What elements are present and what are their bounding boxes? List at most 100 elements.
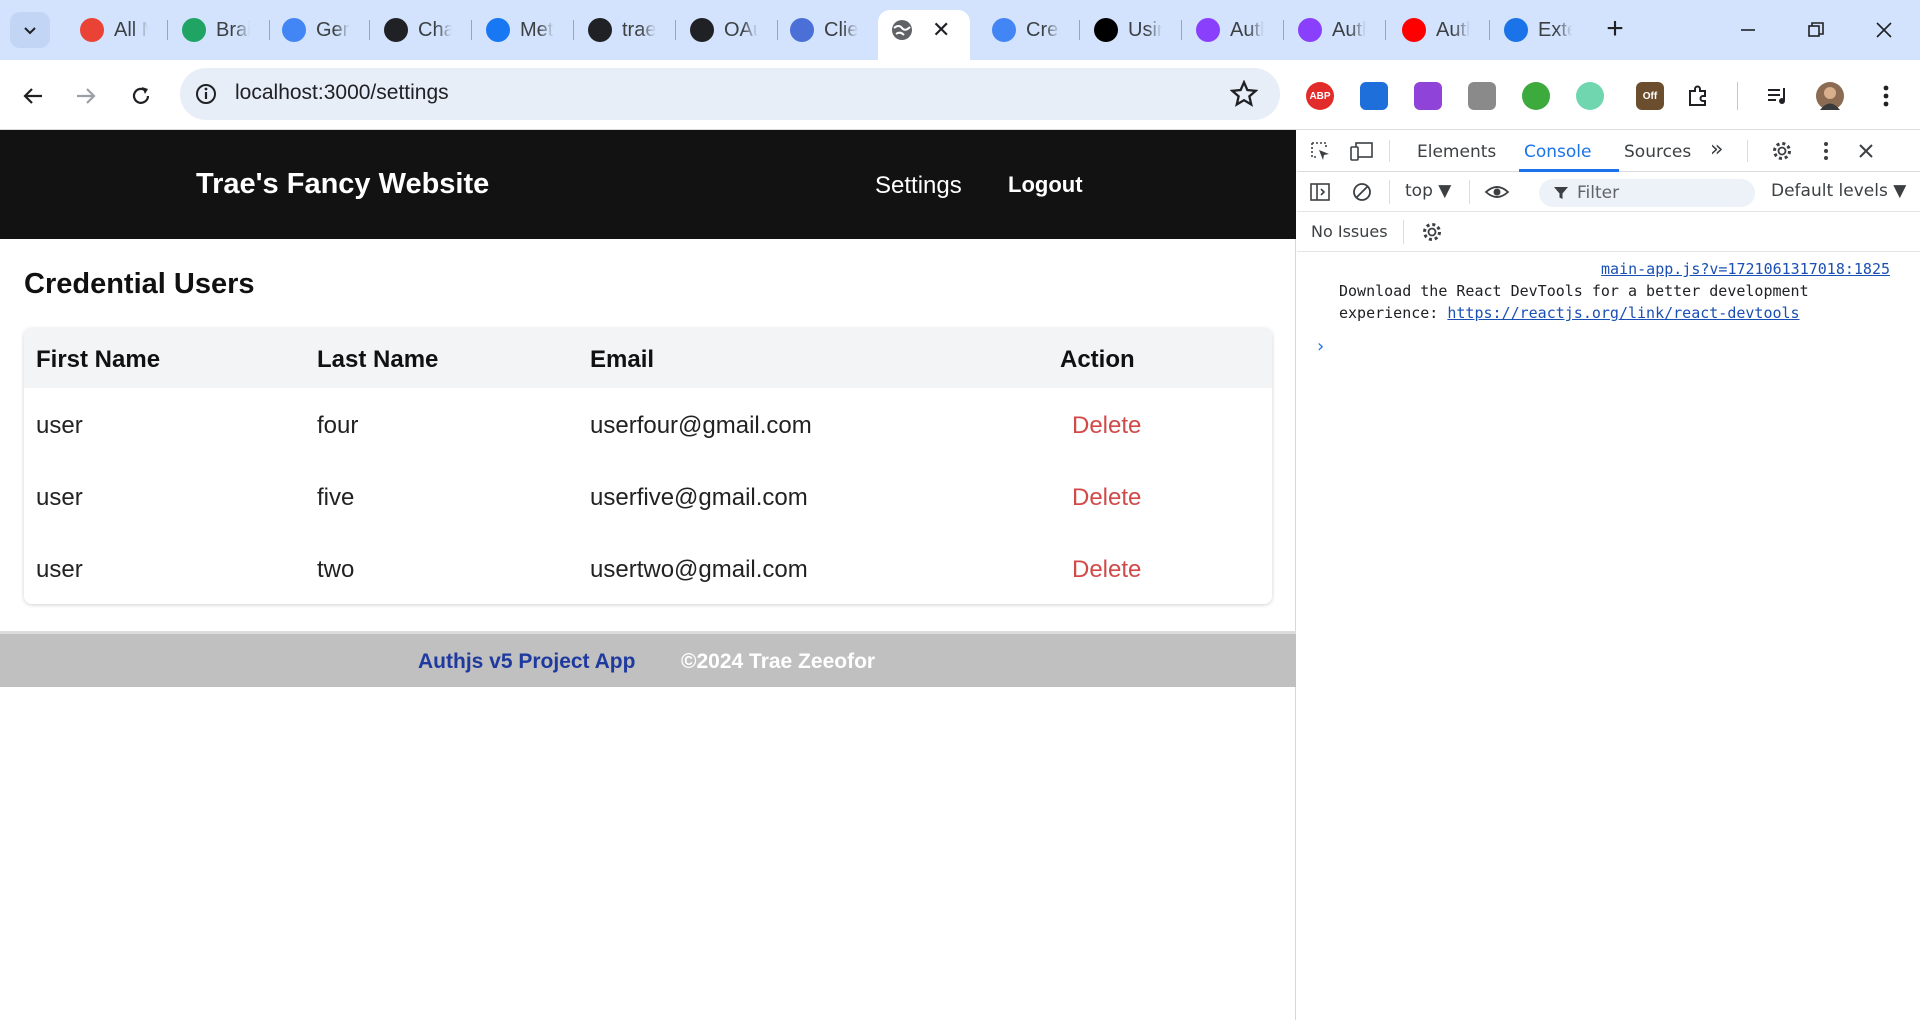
tab-sources[interactable]: Sources: [1624, 142, 1691, 162]
filter-placeholder: Filter: [1577, 183, 1620, 203]
extension-green-circle-icon[interactable]: [1522, 82, 1550, 110]
device-toolbar-icon[interactable]: [1349, 138, 1375, 164]
address-bar[interactable]: localhost:3000/settings: [180, 68, 1280, 120]
tab-title: Auth: [1436, 18, 1470, 41]
browser-tab[interactable]: Brain: [170, 10, 270, 50]
active-tab[interactable]: ✕: [878, 10, 970, 60]
cell-last-name: four: [317, 412, 359, 439]
column-header-email: Email: [590, 346, 655, 373]
extension-blue-square-icon[interactable]: [1360, 82, 1388, 110]
browser-tab[interactable]: Client: [778, 10, 878, 50]
openai-icon: [384, 18, 408, 42]
site-header: Trae's Fancy Website Settings Logout: [0, 130, 1296, 239]
back-arrow-icon[interactable]: [15, 78, 51, 114]
bookmark-star-icon[interactable]: [1230, 80, 1258, 108]
tab-elements[interactable]: Elements: [1417, 142, 1496, 162]
issues-status[interactable]: No Issues: [1311, 222, 1388, 241]
delete-button[interactable]: Delete: [1072, 412, 1141, 440]
logout-button[interactable]: Logout: [1008, 172, 1083, 198]
console-message-prefix: experience:: [1339, 304, 1448, 322]
react-devtools-link[interactable]: https://reactjs.org/link/react-devtools: [1447, 304, 1799, 322]
tab-title: Meta AI: [520, 18, 554, 41]
meta-ai-ring-icon: [486, 18, 510, 42]
console-source-link[interactable]: main-app.js?v=1721061317018:1825: [1601, 258, 1890, 280]
adblock-plus-icon[interactable]: ABP: [1306, 82, 1334, 110]
kebab-menu-icon[interactable]: [1872, 82, 1900, 110]
footer-copyright: ©2024 Trae Zeeofor: [681, 650, 876, 673]
cell-last-name: two: [317, 556, 355, 583]
column-header-action: Action: [1060, 346, 1135, 373]
youtube-icon: [1402, 18, 1426, 42]
gmail-icon: [80, 18, 104, 42]
puzzle-extensions-icon[interactable]: [1684, 82, 1712, 110]
devtools-tab-bar: Elements Console Sources »: [1297, 130, 1920, 172]
extension-off-badge-icon[interactable]: Off: [1636, 82, 1664, 110]
browser-tab[interactable]: OAuth: [678, 10, 778, 50]
live-expression-eye-icon[interactable]: [1484, 179, 1510, 205]
devtools-kebab-menu-icon[interactable]: [1813, 138, 1839, 164]
nav-settings-link[interactable]: Settings: [875, 172, 962, 200]
browser-tab[interactable]: Using: [1082, 10, 1182, 50]
close-window-icon[interactable]: [1854, 12, 1914, 48]
browser-tab[interactable]: Auth: [1286, 10, 1386, 50]
nextjs-icon: [1094, 18, 1118, 42]
cell-first-name: user: [36, 412, 83, 439]
minimize-icon[interactable]: [1718, 12, 1778, 48]
browser-tab[interactable]: Gemini: [270, 10, 370, 50]
log-levels-dropdown[interactable]: Default levels ▼: [1771, 181, 1906, 201]
new-tab-button[interactable]: +: [1597, 12, 1633, 48]
cell-first-name: user: [36, 484, 83, 511]
extension-mint-circle-icon[interactable]: [1576, 82, 1604, 110]
inspect-element-icon[interactable]: [1307, 138, 1333, 164]
devtools-settings-gear-icon[interactable]: [1769, 138, 1795, 164]
tab-title: All Mail: [114, 18, 148, 41]
api-icon: [790, 18, 814, 42]
cell-email: userfour@gmail.com: [590, 412, 812, 439]
profile-avatar[interactable]: [1816, 82, 1844, 110]
console-filter-input[interactable]: Filter: [1539, 179, 1755, 207]
browser-tab[interactable]: Auth: [1390, 10, 1490, 50]
console-settings-gear-icon[interactable]: [1419, 219, 1445, 245]
tab-title: Client: [824, 18, 858, 41]
browser-tab[interactable]: Extensions: [1492, 10, 1592, 50]
delete-button[interactable]: Delete: [1072, 484, 1141, 512]
globe-icon: [890, 18, 914, 42]
address-url[interactable]: localhost:3000/settings: [235, 81, 449, 105]
close-tab-icon[interactable]: ✕: [932, 17, 950, 43]
reload-icon[interactable]: [123, 78, 159, 114]
clear-console-icon[interactable]: [1349, 179, 1375, 205]
extension-color-ring-icon[interactable]: [1414, 82, 1442, 110]
browser-tab[interactable]: Meta AI: [474, 10, 574, 50]
context-selector[interactable]: top ▼: [1405, 181, 1451, 201]
tab-search-button[interactable]: [10, 12, 50, 48]
tab-title: Using: [1128, 18, 1162, 41]
cell-email: userfive@gmail.com: [590, 484, 808, 511]
media-queue-icon[interactable]: [1764, 82, 1792, 110]
browser-tab[interactable]: Auth: [1184, 10, 1284, 50]
tab-console[interactable]: Console: [1524, 142, 1592, 162]
tab-title: Gemini: [316, 18, 350, 41]
cell-last-name: five: [317, 484, 355, 511]
sidebar-toggle-icon[interactable]: [1307, 179, 1333, 205]
close-devtools-icon[interactable]: [1853, 138, 1879, 164]
column-header-first-name: First Name: [36, 346, 161, 373]
tab-title: Auth: [1332, 18, 1366, 41]
tab-title: trae: [622, 18, 656, 41]
browser-tab[interactable]: All Mail: [68, 10, 168, 50]
browser-tab[interactable]: trae: [576, 10, 676, 50]
site-info-icon[interactable]: [194, 82, 218, 106]
site-title[interactable]: Trae's Fancy Website: [196, 168, 489, 201]
browser-tab[interactable]: ChatGPT: [372, 10, 472, 50]
browser-toolbar: localhost:3000/settings ABP Off: [0, 60, 1920, 130]
extension-dropper-icon[interactable]: [1468, 82, 1496, 110]
console-prompt-chevron-icon[interactable]: ›: [1317, 336, 1324, 357]
gemini-sparkle-icon: [282, 18, 306, 42]
restore-icon[interactable]: [1786, 12, 1846, 48]
browser-tab[interactable]: Create: [980, 10, 1080, 50]
tab-title: Auth: [1230, 18, 1264, 41]
more-tabs-icon[interactable]: »: [1710, 137, 1723, 162]
console-message-text-2: experience: https://reactjs.org/link/rea…: [1339, 302, 1800, 324]
forward-arrow-icon[interactable]: [68, 78, 104, 114]
delete-button[interactable]: Delete: [1072, 556, 1141, 584]
footer-app-link[interactable]: Authjs v5 Project App: [418, 650, 635, 674]
